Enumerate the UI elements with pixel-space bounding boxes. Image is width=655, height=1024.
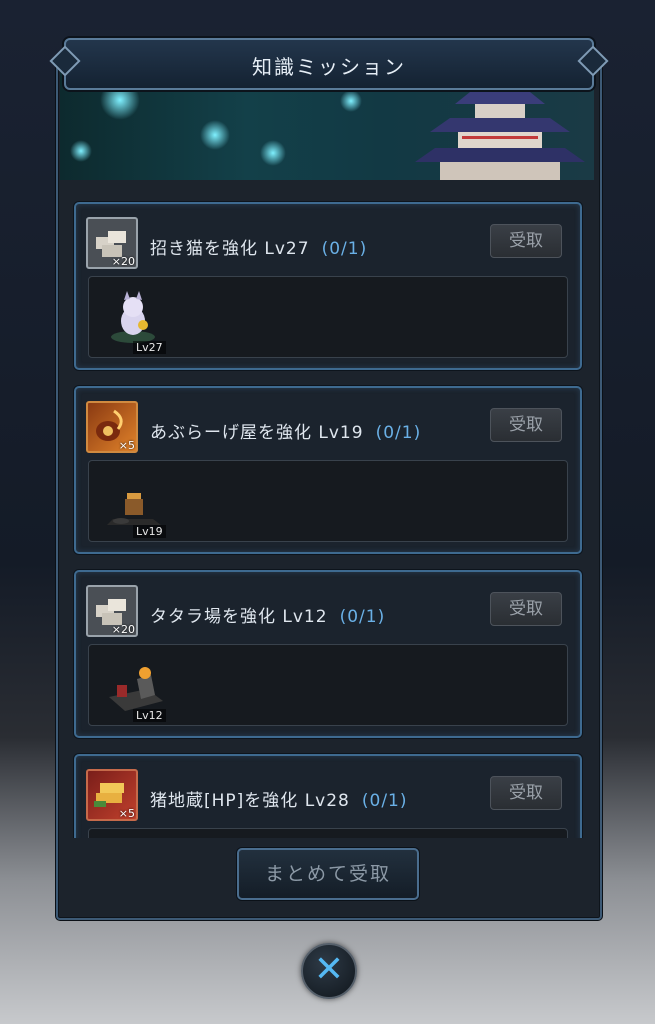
receive-button[interactable]: 受取 [490,776,562,810]
mission-item: ×20 タタラ場を強化 Lv12 (0/1) 受取 Lv12 [74,570,582,738]
reward-quantity: ×5 [118,807,135,820]
fried-tofu-shop-icon [107,493,161,525]
target-level: Lv12 [133,709,166,722]
close-icon[interactable]: ✕ [301,943,357,999]
lucky-cat-icon [111,291,155,343]
mission-progress: (0/1) [361,791,408,811]
pagoda-icon [415,92,585,180]
receive-button[interactable]: 受取 [490,408,562,442]
claim-all-button[interactable]: まとめて受取 [237,848,419,900]
mission-progress: (0/1) [375,423,422,443]
reward-quantity: ×5 [118,439,135,452]
stone-blocks-icon: ×20 [86,217,138,269]
mission-progress: (0/1) [321,239,368,259]
target-level: Lv19 [133,525,166,538]
reward-quantity: ×20 [111,623,135,636]
target-level: Lv27 [133,341,166,354]
tatara-forge-icon [109,667,163,711]
mission-item: ×5 あぶらーげ屋を強化 Lv19 (0/1) 受取 Lv19 [74,386,582,554]
target-building: Lv12 [88,644,568,726]
mission-text: タタラ場を強化 Lv12 (0/1) [150,607,386,627]
title-bar: 知識ミッション [49,38,609,90]
mission-text: 招き猫を強化 Lv27 (0/1) [150,239,368,259]
mission-text: 猪地蔵[HP]を強化 Lv28 (0/1) [150,791,408,811]
gold-bars-icon: ×5 [86,769,138,821]
mission-item: ×5 猪地蔵[HP]を強化 Lv28 (0/1) 受取 [74,754,582,838]
reward-quantity: ×20 [111,255,135,268]
receive-button[interactable]: 受取 [490,224,562,258]
target-building: Lv27 [88,276,568,358]
stone-blocks-icon: ×20 [86,585,138,637]
target-building: Lv19 [88,460,568,542]
receive-button[interactable]: 受取 [490,592,562,626]
target-building [88,828,568,838]
mission-progress: (0/1) [339,607,386,627]
fire-pouch-icon: ×5 [86,401,138,453]
mission-list[interactable]: ×20 招き猫を強化 Lv27 (0/1) 受取 Lv27 ×5 あぶらーげ屋を強… [60,180,594,838]
window-title: 知識ミッション [252,55,406,79]
mission-item: ×20 招き猫を強化 Lv27 (0/1) 受取 Lv27 [74,202,582,370]
mission-text: あぶらーげ屋を強化 Lv19 (0/1) [150,423,422,443]
